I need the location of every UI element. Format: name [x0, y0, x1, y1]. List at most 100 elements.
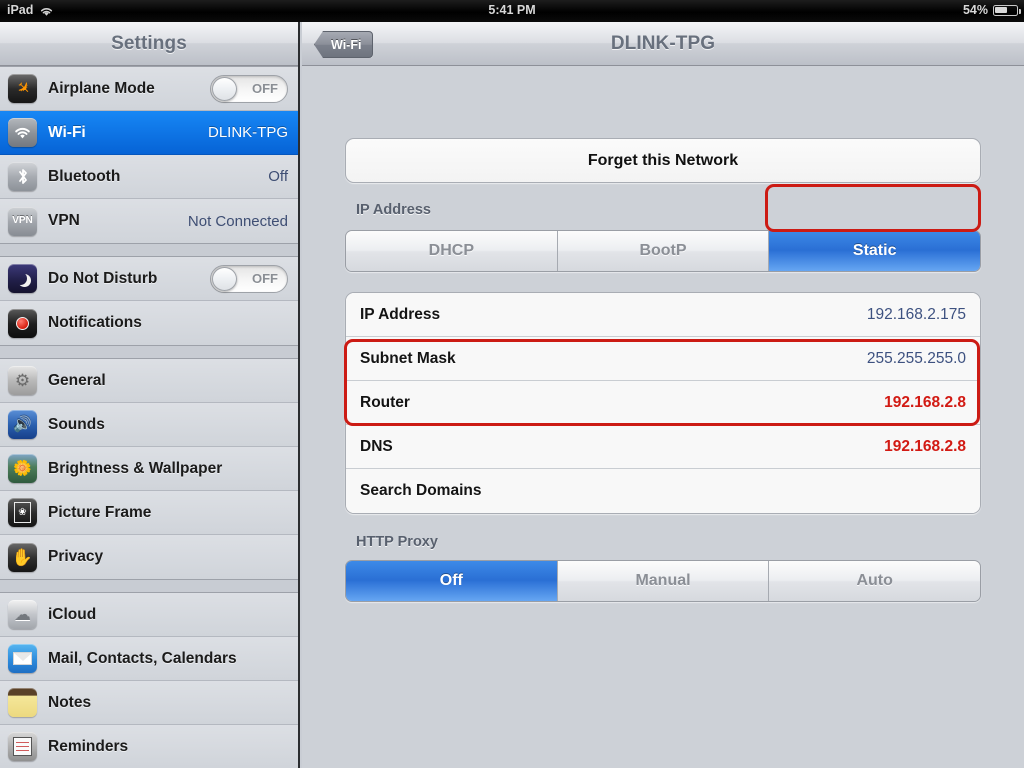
- airplane-mode-toggle[interactable]: OFF: [210, 74, 288, 103]
- row-label: Search Domains: [360, 482, 482, 499]
- sidebar-item-label: Mail, Contacts, Calendars: [48, 649, 237, 667]
- segment-proxy-off[interactable]: Off: [346, 561, 558, 601]
- toggle-state-label: OFF: [252, 80, 278, 96]
- table-row-search-domains[interactable]: Search Domains: [346, 469, 980, 513]
- notes-icon: [8, 688, 37, 717]
- sidebar-group-accounts: ☁ iCloud Mail, Contacts, Calendars Notes…: [0, 592, 298, 768]
- row-value: 192.168.2.8: [884, 437, 966, 455]
- row-value: 192.168.2.175: [866, 305, 966, 323]
- notifications-icon: [8, 308, 37, 338]
- segment-bootp[interactable]: BootP: [557, 231, 770, 271]
- sidebar-item-label: Notes: [48, 693, 92, 711]
- ip-config-segmented-control[interactable]: DHCP BootP Static: [345, 230, 981, 272]
- row-label: DNS: [360, 437, 393, 455]
- battery-icon: [993, 4, 1021, 16]
- detail-body: Forget this Network IP Address DHCP Boot…: [302, 66, 1024, 768]
- sidebar-item-value: Off: [268, 168, 288, 185]
- toggle-knob: [212, 266, 237, 291]
- gear-icon: ⚙: [8, 366, 37, 395]
- table-row-ip-address[interactable]: IP Address 192.168.2.175: [346, 293, 980, 337]
- sidebar-item-label: Do Not Disturb: [48, 269, 158, 287]
- sidebar-item-vpn[interactable]: VPN VPN Not Connected: [0, 199, 298, 243]
- sidebar-item-label: Bluetooth: [48, 167, 121, 185]
- sidebar-group-alerts: Do Not Disturb OFF Notifications: [0, 256, 298, 346]
- sidebar-item-wifi[interactable]: Wi-Fi DLINK-TPG: [0, 111, 298, 155]
- envelope-icon: [8, 644, 37, 673]
- sidebar-item-reminders[interactable]: Reminders: [0, 725, 298, 768]
- sidebar-group-system: ⚙ General 🔊 Sounds 🌼 Brightness & Wallpa…: [0, 358, 298, 580]
- sidebar-item-label: Wi-Fi: [48, 123, 86, 141]
- ip-address-section-header: IP Address: [356, 202, 431, 218]
- back-button-wifi[interactable]: Wi-Fi: [314, 31, 374, 58]
- row-label: IP Address: [360, 305, 441, 323]
- sidebar-item-label: Reminders: [48, 737, 129, 755]
- battery-percent: 54%: [962, 3, 988, 17]
- sidebar-list[interactable]: ✈ Airplane Mode OFF Wi-Fi DLINK-TPG Blue…: [0, 66, 298, 768]
- segment-proxy-auto[interactable]: Auto: [769, 561, 980, 601]
- sidebar-item-sounds[interactable]: 🔊 Sounds: [0, 403, 298, 447]
- sidebar-item-label: Picture Frame: [48, 503, 152, 521]
- table-row-dns[interactable]: DNS 192.168.2.8: [346, 425, 980, 469]
- detail-navbar: Wi-Fi DLINK-TPG: [302, 22, 1024, 66]
- bluetooth-icon: [8, 162, 37, 191]
- http-proxy-segmented-control[interactable]: Off Manual Auto: [345, 560, 981, 602]
- picture-frame-icon: ❀: [8, 498, 37, 527]
- toggle-knob: [212, 76, 237, 101]
- detail-title: DLINK-TPG: [610, 32, 716, 54]
- sidebar-item-bluetooth[interactable]: Bluetooth Off: [0, 155, 298, 199]
- segment-static[interactable]: Static: [769, 231, 980, 271]
- sidebar-item-mail-contacts-calendars[interactable]: Mail, Contacts, Calendars: [0, 637, 298, 681]
- table-row-subnet-mask[interactable]: Subnet Mask 255.255.255.0: [346, 337, 980, 381]
- sidebar-item-airplane-mode[interactable]: ✈ Airplane Mode OFF: [0, 67, 298, 111]
- segment-dhcp[interactable]: DHCP: [346, 231, 558, 271]
- wifi-icon: [8, 118, 37, 147]
- ipad-settings-screen: iPad 5:41 PM 54% Settings ✈ Airplane Mod…: [0, 0, 1024, 768]
- do-not-disturb-toggle[interactable]: OFF: [210, 264, 288, 293]
- sidebar-item-notifications[interactable]: Notifications: [0, 301, 298, 345]
- toggle-state-label: OFF: [252, 270, 278, 286]
- hand-icon: ✋: [8, 542, 37, 572]
- brightness-icon: 🌼: [8, 454, 37, 483]
- sidebar-item-label: VPN: [48, 212, 80, 229]
- settings-sidebar: Settings ✈ Airplane Mode OFF Wi-Fi DLINK…: [0, 22, 300, 768]
- row-value: 192.168.2.8: [884, 393, 966, 411]
- sidebar-item-label: Sounds: [48, 415, 105, 433]
- sidebar-item-value: DLINK-TPG: [207, 124, 288, 141]
- forget-network-button[interactable]: Forget this Network: [345, 138, 981, 183]
- sidebar-item-picture-frame[interactable]: ❀ Picture Frame: [0, 491, 298, 535]
- http-proxy-section-header: HTTP Proxy: [356, 534, 438, 550]
- sidebar-item-label: General: [48, 371, 106, 389]
- table-row-router[interactable]: Router 192.168.2.8: [346, 381, 980, 425]
- reminders-icon: [8, 732, 37, 761]
- moon-icon: [8, 264, 37, 293]
- sidebar-item-icloud[interactable]: ☁ iCloud: [0, 593, 298, 637]
- sidebar-item-general[interactable]: ⚙ General: [0, 359, 298, 403]
- vpn-icon: VPN: [8, 206, 37, 236]
- speaker-icon: 🔊: [8, 410, 37, 439]
- sidebar-item-label: Brightness & Wallpaper: [48, 459, 223, 477]
- page-title: Settings: [111, 32, 187, 54]
- row-value: 255.255.255.0: [866, 349, 966, 367]
- sidebar-item-do-not-disturb[interactable]: Do Not Disturb OFF: [0, 257, 298, 301]
- cloud-icon: ☁: [8, 600, 37, 629]
- sidebar-item-label: Airplane Mode: [48, 79, 155, 97]
- sidebar-navbar: Settings: [0, 22, 298, 66]
- segment-proxy-manual[interactable]: Manual: [557, 561, 770, 601]
- sidebar-item-privacy[interactable]: ✋ Privacy: [0, 535, 298, 579]
- wifi-network-detail: Wi-Fi DLINK-TPG Forget this Network IP A…: [302, 22, 1024, 768]
- row-label: Router: [360, 393, 410, 411]
- sidebar-item-notes[interactable]: Notes: [0, 681, 298, 725]
- row-label: Subnet Mask: [360, 349, 456, 367]
- sidebar-item-label: Notifications: [48, 314, 142, 331]
- clock: 5:41 PM: [488, 3, 536, 17]
- status-bar-right: 54%: [962, 3, 1021, 17]
- sidebar-item-brightness-wallpaper[interactable]: 🌼 Brightness & Wallpaper: [0, 447, 298, 491]
- status-bar: iPad 5:41 PM 54%: [0, 0, 1024, 22]
- ip-details-table: IP Address 192.168.2.175 Subnet Mask 255…: [345, 292, 981, 514]
- sidebar-item-value: Not Connected: [187, 212, 288, 230]
- airplane-icon: ✈: [8, 74, 37, 103]
- sidebar-item-label: Privacy: [48, 548, 104, 565]
